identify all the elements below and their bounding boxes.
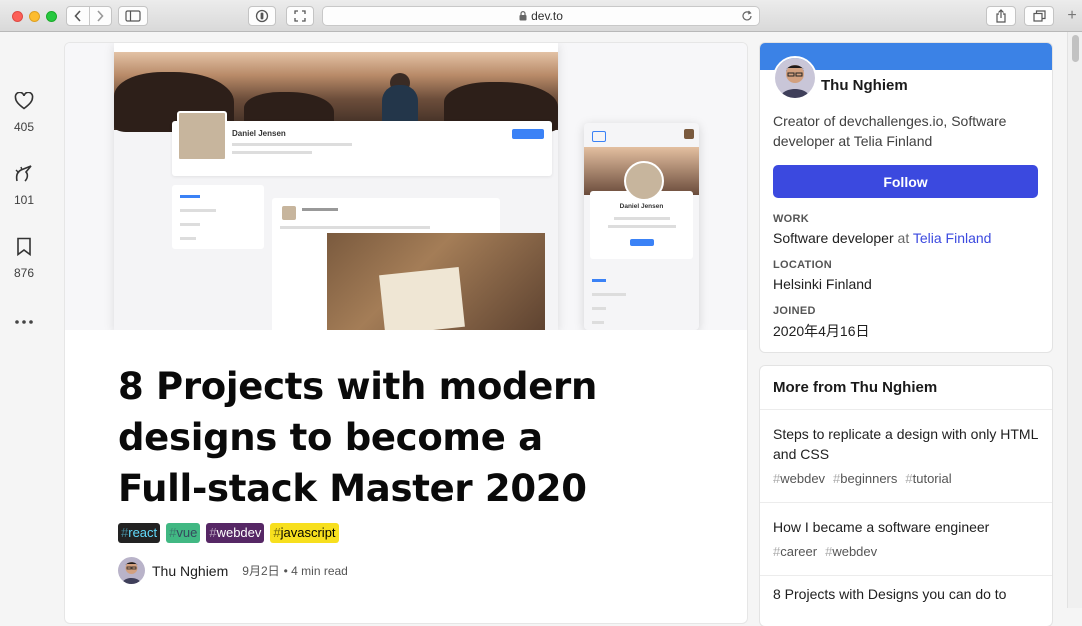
more-post-title-link[interactable]: How I became a software engineer — [773, 517, 1041, 537]
follow-button[interactable]: Follow — [773, 165, 1038, 198]
read-time: • 4 min read — [283, 563, 348, 578]
cover-phone-name: Daniel Jensen — [619, 203, 664, 210]
address-bar[interactable]: dev.to — [322, 6, 760, 26]
more-from-author-card: More from Thu Nghiem Steps to replicate … — [760, 366, 1052, 626]
location-value: Helsinki Finland — [773, 276, 872, 292]
sidebar-toggle-button[interactable] — [118, 6, 148, 26]
tag-label: webdev — [216, 525, 262, 540]
chevron-right-icon — [97, 10, 104, 22]
minimize-window-button[interactable] — [29, 11, 40, 22]
tag-hash: # — [169, 525, 177, 540]
like-count: 405 — [13, 120, 35, 134]
reactions-rail: 405 101 876 — [0, 32, 48, 608]
tag-webdev[interactable]: #webdev — [206, 523, 265, 543]
more-post-tag[interactable]: #webdev — [773, 471, 825, 486]
reload-icon[interactable] — [741, 10, 753, 22]
tag-hash: # — [121, 525, 129, 540]
more-post-tag[interactable]: #tutorial — [905, 471, 951, 486]
publish-date: 9月2日 — [242, 564, 280, 578]
cover-image: Daniel Jensen Daniel Jensen — [65, 43, 747, 330]
bookmark-count: 876 — [13, 266, 35, 280]
zoom-window-button[interactable] — [46, 11, 57, 22]
unicorn-reaction[interactable]: 101 — [0, 165, 48, 207]
more-post-title-link[interactable]: Steps to replicate a design with only HT… — [773, 424, 1041, 464]
location-label: LOCATION — [773, 259, 833, 271]
chevron-left-icon — [74, 10, 81, 22]
shield-icon — [255, 9, 269, 23]
more-from-heading: More from Thu Nghiem — [773, 379, 938, 396]
more-post-tags: #webdev #beginners #tutorial — [773, 471, 960, 486]
author-profile-card: Thu Nghiem Creator of devchallenges.io, … — [760, 43, 1052, 352]
expand-icon — [294, 10, 306, 22]
profile-avatar[interactable] — [773, 56, 817, 100]
share-button[interactable] — [986, 6, 1016, 26]
tag-hash: # — [273, 525, 281, 540]
forward-button[interactable] — [90, 7, 112, 25]
cover-profile-name: Daniel Jensen — [232, 129, 286, 138]
tabs-icon — [1032, 10, 1046, 22]
tag-vue[interactable]: #vue — [166, 523, 201, 543]
joined-value: 2020年4月16日 — [773, 323, 870, 339]
profile-name-link[interactable]: Thu Nghiem — [821, 77, 908, 94]
privacy-report-button[interactable] — [248, 6, 276, 26]
cover-phone-mockup: Daniel Jensen — [584, 123, 699, 330]
tag-label: vue — [176, 525, 198, 540]
author-name-link[interactable]: Thu Nghiem — [152, 563, 228, 579]
tag-javascript[interactable]: #javascript — [270, 523, 339, 543]
more-options-button[interactable] — [0, 312, 48, 330]
bookmark-reaction[interactable]: 876 — [0, 237, 48, 280]
scrollbar-thumb[interactable] — [1072, 35, 1079, 62]
bookmark-icon — [17, 237, 31, 257]
more-post-tag[interactable]: #webdev — [825, 544, 877, 559]
tag-label: javascript — [280, 525, 336, 540]
cover-desktop-mockup: Daniel Jensen — [114, 43, 558, 330]
lock-icon — [519, 11, 527, 21]
work-value: Software developer at Telia Finland — [773, 230, 991, 246]
article-card: Daniel Jensen Daniel Jensen 8 Projects w… — [65, 43, 747, 623]
navigation-buttons — [66, 6, 112, 26]
unicorn-icon — [15, 165, 32, 182]
article-byline: Thu Nghiem 9月2日 • 4 min read — [118, 557, 348, 584]
more-post-tag[interactable]: #career — [773, 544, 817, 559]
tab-overview-button[interactable] — [1024, 6, 1054, 26]
more-post-title-link[interactable]: 8 Projects with Designs you can do to — [773, 584, 1041, 604]
sidebar-icon — [125, 10, 141, 22]
browser-toolbar: dev.to + — [0, 0, 1082, 32]
like-reaction[interactable]: 405 — [0, 91, 48, 134]
ellipsis-icon — [15, 320, 33, 324]
tag-react[interactable]: #react — [118, 523, 161, 543]
more-post-tags: #career #webdev — [773, 544, 885, 559]
heart-icon — [14, 91, 34, 110]
share-icon — [996, 9, 1006, 23]
back-button[interactable] — [67, 7, 89, 25]
tag-label: react — [128, 525, 158, 540]
work-company-link[interactable]: Telia Finland — [913, 230, 992, 246]
work-role: Software developer — [773, 230, 894, 246]
joined-label: JOINED — [773, 305, 816, 317]
article-tags: #react #vue #webdev #javascript — [118, 523, 339, 543]
tag-hash: # — [209, 525, 217, 540]
new-tab-button[interactable]: + — [1062, 0, 1082, 31]
profile-bio: Creator of devchallenges.io, Software de… — [773, 113, 1007, 149]
unicorn-count: 101 — [13, 193, 35, 207]
author-avatar[interactable] — [118, 557, 145, 584]
article-title: 8 Projects with modern designs to become… — [118, 365, 598, 510]
work-at: at — [897, 230, 910, 246]
more-post-tag[interactable]: #beginners — [833, 471, 897, 486]
address-text: dev.to — [531, 9, 563, 23]
page-scrollbar[interactable] — [1067, 32, 1082, 608]
close-window-button[interactable] — [12, 11, 23, 22]
work-label: WORK — [773, 213, 810, 225]
resize-button[interactable] — [286, 6, 314, 26]
